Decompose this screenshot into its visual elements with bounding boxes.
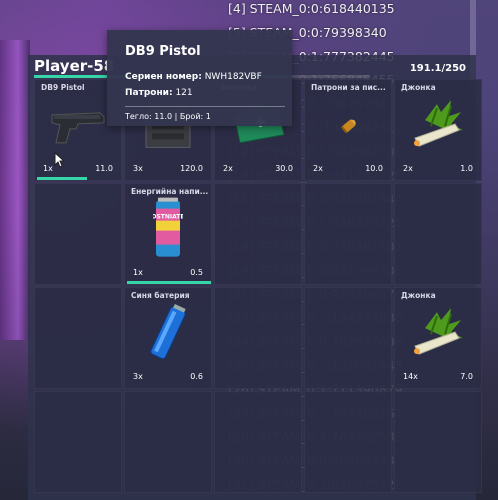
inventory-slot-empty[interactable] — [304, 287, 392, 389]
tooltip-ammo-label: Патрони: — [125, 88, 173, 98]
slot-durability-bar — [37, 177, 88, 180]
inventory-slot-empty[interactable] — [214, 391, 302, 493]
slot-item-name: Патрони за пис... — [311, 83, 386, 92]
slot-weight: 7.0 — [460, 372, 473, 381]
joint-icon — [407, 98, 469, 156]
slot-item-name: Джонка — [401, 291, 436, 300]
tooltip-ammo: Патрони: 121 — [125, 88, 193, 98]
slot-quantity: 1x — [43, 164, 53, 173]
slot-quantity: 2x — [403, 164, 413, 173]
slot-item-name: Джонка — [401, 83, 436, 92]
inventory-slot-empty[interactable] — [34, 391, 122, 493]
slot-quantity: 2x — [223, 164, 233, 173]
inventory-slot-empty[interactable] — [304, 391, 392, 493]
slot-weight: 1.0 — [460, 164, 473, 173]
slot-quantity: 3x — [133, 372, 143, 381]
mouse-cursor-icon — [54, 151, 66, 172]
inventory-slot-empty[interactable] — [124, 391, 212, 493]
inventory-slot-empty[interactable] — [394, 183, 482, 285]
slot-weight: 0.6 — [190, 372, 203, 381]
inventory-slot[interactable]: Енергийна напи... DSTNIATE 1x 0.5 — [124, 183, 212, 285]
blue-battery-icon — [148, 303, 188, 367]
tooltip-ammo-value: 121 — [175, 88, 193, 98]
slot-item-name: Синя батерия — [131, 291, 190, 300]
svg-text:DSTNIATE: DSTNIATE — [153, 214, 183, 221]
slot-quantity: 2x — [313, 164, 323, 173]
tooltip-serial: Сериен номер: NWH182VBF — [125, 72, 262, 82]
slot-quantity: 3x — [133, 164, 143, 173]
tooltip-footer: Тегло: 11.0 | Брой: 1 — [125, 112, 211, 121]
inventory-slot-empty[interactable] — [34, 183, 122, 285]
slot-weight: 120.0 — [180, 164, 203, 173]
slot-weight: 11.0 — [95, 164, 113, 173]
tooltip-title: DB9 Pistol — [125, 44, 201, 59]
inventory-slot[interactable]: Синя батерия 3x 0.6 — [124, 287, 212, 389]
background-building — [0, 40, 30, 340]
inventory-grid: DB9 Pistol1x11.03x120.0Аптечка2x30.0Патр… — [34, 79, 482, 499]
slot-quantity: 1x — [133, 268, 143, 277]
item-tooltip: DB9 Pistol Сериен номер: NWH182VBF Патро… — [107, 30, 292, 126]
tooltip-serial-label: Сериен номер: — [125, 72, 202, 82]
inventory-slot-empty[interactable] — [394, 391, 482, 493]
pistol-icon — [48, 107, 108, 149]
slot-weight: 30.0 — [275, 164, 293, 173]
tooltip-serial-value: NWH182VBF — [204, 72, 262, 82]
tooltip-separator — [125, 106, 285, 107]
inventory-slot[interactable]: Джонка 2x 1.0 — [394, 79, 482, 181]
slot-weight: 0.5 — [190, 268, 203, 277]
player-name: Player-58 — [34, 57, 115, 75]
slot-quantity: 14x — [403, 372, 418, 381]
slot-durability-bar — [127, 281, 211, 284]
inventory-slot-empty[interactable] — [214, 287, 302, 389]
inventory-slot[interactable]: Патрони за пис... 2x 10.0 — [304, 79, 392, 181]
inventory-slot-empty[interactable] — [214, 183, 302, 285]
bullet-icon — [336, 115, 360, 143]
slot-weight: 10.0 — [365, 164, 383, 173]
energy-can-icon: DSTNIATE — [151, 197, 185, 265]
inventory-slot-empty[interactable] — [34, 287, 122, 389]
inventory-slot-empty[interactable] — [304, 183, 392, 285]
slot-item-name: Енергийна напи... — [131, 187, 209, 196]
player-id-entry: [4] STEAM_0:0:618440135 — [228, 1, 395, 16]
joint-icon — [407, 306, 469, 364]
weight-text: 191.1/250 — [409, 63, 466, 74]
inventory-slot[interactable]: Джонка 14x 7.0 — [394, 287, 482, 389]
